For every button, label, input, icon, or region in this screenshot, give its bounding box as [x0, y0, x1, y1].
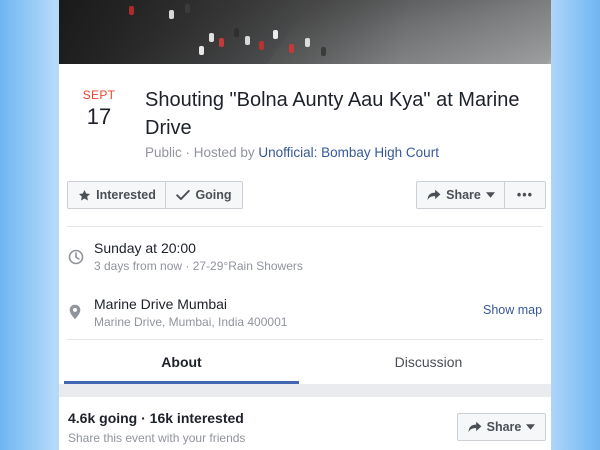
event-location[interactable]: Marine Drive Mumbai: [94, 296, 227, 312]
going-button[interactable]: Going: [165, 181, 243, 209]
event-time[interactable]: Sunday at 20:00: [94, 240, 196, 256]
event-title: Shouting "Bolna Aunty Aau Kya" at Marine…: [145, 89, 520, 139]
caret-down-icon: [485, 192, 495, 198]
event-date: SEPT 17: [71, 88, 127, 130]
event-meta: Public · Hosted by Unofficial: Bombay Hi…: [145, 145, 439, 160]
share-arrow-icon: [468, 421, 482, 433]
cover-person: [199, 46, 204, 55]
cover-person: [219, 38, 224, 47]
cover-person: [259, 41, 264, 50]
interested-button[interactable]: Interested: [67, 181, 166, 209]
cover-person: [289, 44, 294, 53]
cover-person: [321, 47, 326, 56]
tab-about[interactable]: About: [64, 340, 299, 384]
location-pin-icon: [69, 304, 81, 320]
star-icon: [79, 189, 91, 200]
event-tabs: About Discussion: [59, 340, 551, 384]
event-card: SEPT 17 Shouting "Bolna Aunty Aau Kya" a…: [59, 0, 551, 450]
share-event-button[interactable]: Share: [457, 413, 546, 441]
share-prompt: Share this event with your friends: [68, 431, 246, 445]
share-arrow-icon: [427, 189, 441, 201]
cover-person: [129, 6, 134, 15]
share-event-label: Share: [486, 420, 522, 434]
cover-person: [185, 4, 190, 13]
cover-person: [234, 28, 239, 37]
event-date-month: SEPT: [82, 88, 116, 102]
event-host-link[interactable]: Unofficial: Bombay High Court: [258, 145, 439, 160]
caret-down-icon: [526, 424, 536, 430]
cover-person: [245, 36, 250, 45]
share-label: Share: [446, 188, 481, 202]
show-map-link[interactable]: Show map: [483, 303, 542, 317]
cover-person: [273, 30, 278, 39]
going-label: Going: [195, 188, 232, 202]
hosted-by-label: Hosted by: [193, 145, 255, 160]
more-options-button[interactable]: •••: [504, 181, 546, 209]
tab-about-label: About: [161, 354, 202, 370]
section-separator: [59, 384, 551, 397]
tab-discussion-label: Discussion: [394, 354, 463, 370]
share-button[interactable]: Share: [416, 181, 505, 209]
cover-photo[interactable]: [59, 0, 551, 64]
meta-separator: ·: [185, 145, 194, 160]
rsvp-buttons: Interested Going: [67, 181, 243, 209]
event-time-sub: 3 days from now · 27-29°Rain Showers: [94, 259, 303, 273]
check-icon: [176, 189, 191, 201]
event-visibility: Public: [145, 145, 182, 160]
event-address: Marine Drive, Mumbai, India 400001: [94, 315, 288, 329]
clock-icon: [68, 249, 84, 265]
event-date-day: 17: [86, 104, 112, 129]
interested-label: Interested: [96, 188, 156, 202]
divider: [67, 226, 543, 227]
cover-person: [305, 38, 310, 47]
cover-person: [209, 33, 214, 42]
cover-person: [169, 10, 174, 19]
attendance-stats: 4.6k going · 16k interested: [68, 410, 244, 426]
tab-discussion[interactable]: Discussion: [311, 340, 546, 384]
